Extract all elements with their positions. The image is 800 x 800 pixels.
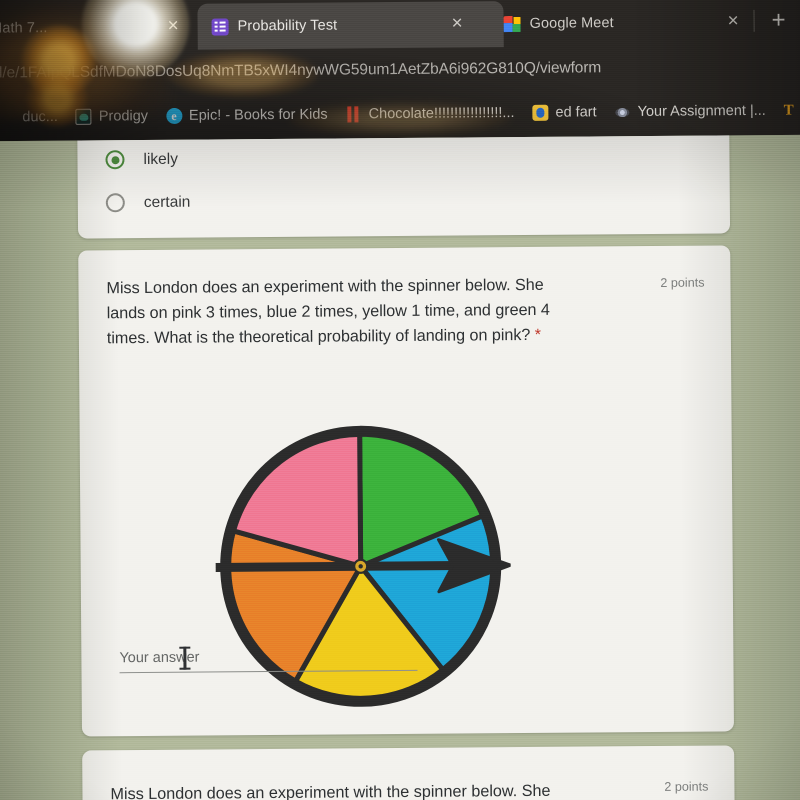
question-text: Miss London does an experiment with the … [106, 273, 559, 352]
answer-field[interactable]: Your answer [119, 646, 418, 674]
current-question-card: Miss London does an experiment with the … [78, 245, 735, 737]
next-question-points: 2 points [664, 779, 709, 794]
tab-1-close-icon[interactable]: × [168, 15, 179, 36]
tab-2-close-icon[interactable]: × [451, 13, 462, 34]
bookmark-epic[interactable]: Epic! - Books for Kids [157, 103, 337, 129]
bookmark-prodigy[interactable]: Prodigy [67, 104, 157, 129]
bookmark-chocolate-label: Chocolate!!!!!!!!!!!!!!!!!... [368, 105, 515, 123]
question-text-body: Miss London does an experiment with the … [106, 275, 550, 348]
assignment-icon [615, 104, 631, 120]
required-marker: * [534, 325, 542, 344]
omnibox-row: s/d/e/1FAIpQLSdfMDoN8DosUq8NmTB5xWI4nywW… [0, 48, 800, 95]
google-meet-icon [504, 15, 521, 32]
spinner-pointer-shaft [215, 560, 479, 572]
address-bar-url[interactable]: s/d/e/1FAIpQLSdfMDoN8DosUq8NmTB5xWI4nywW… [0, 59, 601, 82]
bookmark-prodigy-label: Prodigy [98, 108, 149, 125]
bookmark-epic-label: Epic! - Books for Kids [188, 106, 328, 124]
option-likely-label: likely [143, 150, 179, 168]
browser-tab-1[interactable]: work for Math 7... [0, 4, 148, 52]
chocolate-icon [346, 106, 362, 122]
google-forms-icon [211, 17, 229, 36]
ed-fart-icon [532, 104, 549, 121]
bookmark-duc[interactable]: duc... [0, 105, 67, 130]
bookmarks-bar: duc... Prodigy Epic! - Books for Kids Ch… [0, 90, 800, 137]
prodigy-icon [75, 108, 92, 125]
option-certain-label: certain [143, 193, 191, 211]
tab-separator [753, 9, 755, 32]
tab-2-title: Probability Test [237, 17, 338, 35]
bookmark-t[interactable]: T... [775, 98, 800, 123]
tab-1-title: work for Math 7... [0, 20, 48, 37]
tab-3-close-icon[interactable]: × [727, 11, 738, 32]
next-question-text: Miss London does an experiment with the … [110, 781, 551, 800]
next-question-card: Miss London does an experiment with the … [82, 745, 736, 800]
bookmark-your-assignment-label: Your Assignment |... [637, 102, 766, 120]
option-likely[interactable]: likely [105, 150, 178, 170]
bookmark-duc-label: duc... [22, 108, 58, 126]
browser-tab-3[interactable]: Google Meet [489, 0, 783, 47]
epic-icon [165, 107, 183, 125]
generic-site-icon [0, 109, 15, 125]
form-page: likely certain Miss London does an exper… [0, 134, 800, 800]
radio-certain-icon[interactable] [105, 193, 125, 213]
browser-chrome: work for Math 7... × Probability Test × … [0, 0, 800, 150]
t-icon [784, 103, 800, 119]
spinner-hub-center [358, 564, 363, 569]
question-points: 2 points [660, 275, 705, 290]
bookmark-chocolate[interactable]: Chocolate!!!!!!!!!!!!!!!!!... [337, 101, 524, 127]
option-certain[interactable]: certain [105, 193, 191, 213]
tab-strip: work for Math 7... × Probability Test × … [0, 0, 800, 54]
previous-question-card: likely certain [76, 134, 731, 239]
photo-of-screen: work for Math 7... × Probability Test × … [0, 0, 800, 800]
radio-likely-icon[interactable] [105, 150, 125, 170]
bookmark-ed-fart[interactable]: ed fart [523, 100, 605, 125]
answer-placeholder: Your answer [119, 649, 200, 667]
new-tab-button[interactable]: + [771, 7, 785, 34]
tab-3-title: Google Meet [529, 15, 614, 32]
bookmark-ed-fart-label: ed fart [555, 104, 597, 121]
bookmark-your-assignment[interactable]: Your Assignment |... [605, 99, 774, 124]
